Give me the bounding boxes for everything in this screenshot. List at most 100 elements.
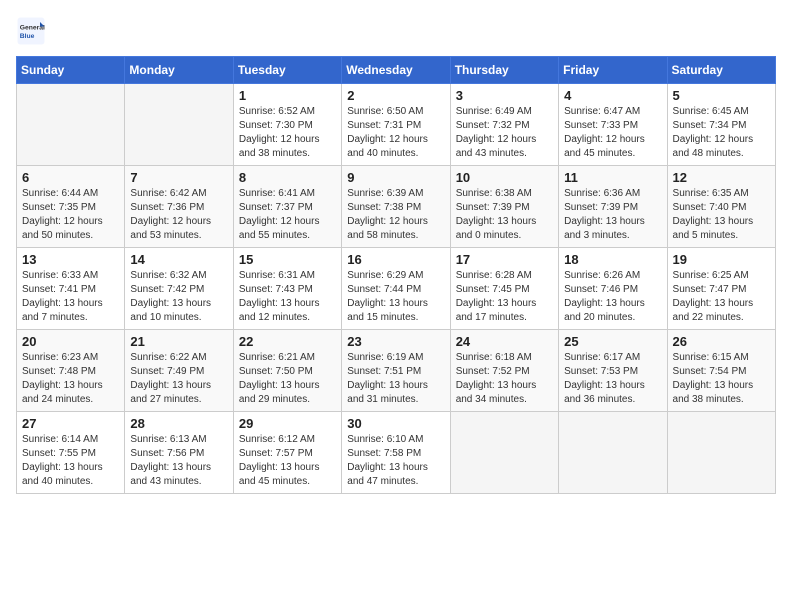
- weekday-tuesday: Tuesday: [233, 57, 341, 84]
- calendar-cell: 2Sunrise: 6:50 AM Sunset: 7:31 PM Daylig…: [342, 84, 450, 166]
- day-detail: Sunrise: 6:18 AM Sunset: 7:52 PM Dayligh…: [456, 351, 553, 407]
- weekday-thursday: Thursday: [450, 57, 558, 84]
- day-detail: Sunrise: 6:45 AM Sunset: 7:34 PM Dayligh…: [673, 105, 770, 161]
- calendar-cell: 23 Sunrise: 6:19 AM Sunset: 7:51 PM Dayli…: [342, 330, 450, 412]
- day-detail: Sunrise: 6:42 AM Sunset: 7:36 PM Dayligh…: [130, 187, 227, 243]
- calendar-cell: 12 Sunrise: 6:35 AM Sunset: 7:40 PM Dayli…: [667, 166, 775, 248]
- calendar-cell: [559, 412, 667, 494]
- day-number: 11: [564, 170, 661, 185]
- day-detail: Sunrise: 6:25 AM Sunset: 7:47 PM Dayligh…: [673, 269, 770, 325]
- day-number: 25: [564, 334, 661, 349]
- calendar-cell: 25 Sunrise: 6:17 AM Sunset: 7:53 PM Dayli…: [559, 330, 667, 412]
- calendar-cell: 26 Sunrise: 6:15 AM Sunset: 7:54 PM Dayli…: [667, 330, 775, 412]
- day-number: 29: [239, 416, 336, 431]
- logo-icon: General Blue: [16, 16, 46, 46]
- calendar-cell: 1 Sunrise: 6:52 AM Sunset: 7:30 PM Daylig…: [233, 84, 341, 166]
- day-detail: Sunrise: 6:19 AM Sunset: 7:51 PM Dayligh…: [347, 351, 444, 407]
- calendar-cell: [450, 412, 558, 494]
- calendar-week-5: 27Sunrise: 6:14 AM Sunset: 7:55 PM Dayli…: [17, 412, 776, 494]
- day-detail: Sunrise: 6:31 AM Sunset: 7:43 PM Dayligh…: [239, 269, 336, 325]
- calendar-cell: 24 Sunrise: 6:18 AM Sunset: 7:52 PM Dayli…: [450, 330, 558, 412]
- day-detail: Sunrise: 6:49 AM Sunset: 7:32 PM Dayligh…: [456, 105, 553, 161]
- calendar-cell: 10 Sunrise: 6:38 AM Sunset: 7:39 PM Dayli…: [450, 166, 558, 248]
- calendar-week-4: 20 Sunrise: 6:23 AM Sunset: 7:48 PM Dayli…: [17, 330, 776, 412]
- calendar-cell: 4 Sunrise: 6:47 AM Sunset: 7:33 PM Daylig…: [559, 84, 667, 166]
- calendar-cell: 20 Sunrise: 6:23 AM Sunset: 7:48 PM Dayli…: [17, 330, 125, 412]
- day-number: 6: [22, 170, 119, 185]
- day-detail: Sunrise: 6:47 AM Sunset: 7:33 PM Dayligh…: [564, 105, 661, 161]
- day-number: 21: [130, 334, 227, 349]
- day-number: 26: [673, 334, 770, 349]
- day-number: 12: [673, 170, 770, 185]
- day-detail: Sunrise: 6:12 AM Sunset: 7:57 PM Dayligh…: [239, 433, 336, 489]
- calendar-body: 1 Sunrise: 6:52 AM Sunset: 7:30 PM Daylig…: [17, 84, 776, 494]
- day-detail: Sunrise: 6:32 AM Sunset: 7:42 PM Dayligh…: [130, 269, 227, 325]
- calendar-cell: 27Sunrise: 6:14 AM Sunset: 7:55 PM Dayli…: [17, 412, 125, 494]
- day-number: 1: [239, 88, 336, 103]
- day-detail: Sunrise: 6:13 AM Sunset: 7:56 PM Dayligh…: [130, 433, 227, 489]
- weekday-header-row: SundayMondayTuesdayWednesdayThursdayFrid…: [17, 57, 776, 84]
- day-detail: Sunrise: 6:50 AM Sunset: 7:31 PM Dayligh…: [347, 105, 444, 161]
- day-detail: Sunrise: 6:39 AM Sunset: 7:38 PM Dayligh…: [347, 187, 444, 243]
- calendar-cell: [17, 84, 125, 166]
- day-detail: Sunrise: 6:15 AM Sunset: 7:54 PM Dayligh…: [673, 351, 770, 407]
- day-detail: Sunrise: 6:29 AM Sunset: 7:44 PM Dayligh…: [347, 269, 444, 325]
- weekday-saturday: Saturday: [667, 57, 775, 84]
- day-detail: Sunrise: 6:10 AM Sunset: 7:58 PM Dayligh…: [347, 433, 444, 489]
- svg-text:Blue: Blue: [20, 33, 35, 40]
- calendar-cell: 17 Sunrise: 6:28 AM Sunset: 7:45 PM Dayli…: [450, 248, 558, 330]
- calendar-cell: 30 Sunrise: 6:10 AM Sunset: 7:58 PM Dayli…: [342, 412, 450, 494]
- calendar-cell: 29 Sunrise: 6:12 AM Sunset: 7:57 PM Dayli…: [233, 412, 341, 494]
- day-detail: Sunrise: 6:35 AM Sunset: 7:40 PM Dayligh…: [673, 187, 770, 243]
- calendar-cell: 21Sunrise: 6:22 AM Sunset: 7:49 PM Dayli…: [125, 330, 233, 412]
- calendar-cell: 28Sunrise: 6:13 AM Sunset: 7:56 PM Dayli…: [125, 412, 233, 494]
- calendar-cell: 11 Sunrise: 6:36 AM Sunset: 7:39 PM Dayli…: [559, 166, 667, 248]
- calendar-cell: 22 Sunrise: 6:21 AM Sunset: 7:50 PM Dayli…: [233, 330, 341, 412]
- day-number: 7: [130, 170, 227, 185]
- day-number: 24: [456, 334, 553, 349]
- day-number: 15: [239, 252, 336, 267]
- calendar-week-2: 6 Sunrise: 6:44 AM Sunset: 7:35 PM Daylig…: [17, 166, 776, 248]
- day-number: 14: [130, 252, 227, 267]
- day-number: 5: [673, 88, 770, 103]
- calendar-cell: [667, 412, 775, 494]
- day-detail: Sunrise: 6:33 AM Sunset: 7:41 PM Dayligh…: [22, 269, 119, 325]
- day-detail: Sunrise: 6:26 AM Sunset: 7:46 PM Dayligh…: [564, 269, 661, 325]
- day-number: 20: [22, 334, 119, 349]
- calendar-cell: 3Sunrise: 6:49 AM Sunset: 7:32 PM Daylig…: [450, 84, 558, 166]
- day-number: 18: [564, 252, 661, 267]
- day-number: 17: [456, 252, 553, 267]
- calendar-cell: 15 Sunrise: 6:31 AM Sunset: 7:43 PM Dayli…: [233, 248, 341, 330]
- calendar-cell: 7 Sunrise: 6:42 AM Sunset: 7:36 PM Daylig…: [125, 166, 233, 248]
- day-number: 23: [347, 334, 444, 349]
- day-number: 22: [239, 334, 336, 349]
- day-number: 10: [456, 170, 553, 185]
- weekday-wednesday: Wednesday: [342, 57, 450, 84]
- day-detail: Sunrise: 6:44 AM Sunset: 7:35 PM Dayligh…: [22, 187, 119, 243]
- day-detail: Sunrise: 6:14 AM Sunset: 7:55 PM Dayligh…: [22, 433, 119, 489]
- calendar-header: SundayMondayTuesdayWednesdayThursdayFrid…: [17, 57, 776, 84]
- calendar-week-3: 13 Sunrise: 6:33 AM Sunset: 7:41 PM Dayli…: [17, 248, 776, 330]
- day-number: 9: [347, 170, 444, 185]
- calendar-table: SundayMondayTuesdayWednesdayThursdayFrid…: [16, 56, 776, 494]
- day-detail: Sunrise: 6:21 AM Sunset: 7:50 PM Dayligh…: [239, 351, 336, 407]
- calendar-cell: 8Sunrise: 6:41 AM Sunset: 7:37 PM Daylig…: [233, 166, 341, 248]
- calendar-cell: 18 Sunrise: 6:26 AM Sunset: 7:46 PM Dayli…: [559, 248, 667, 330]
- day-number: 30: [347, 416, 444, 431]
- day-number: 19: [673, 252, 770, 267]
- day-detail: Sunrise: 6:38 AM Sunset: 7:39 PM Dayligh…: [456, 187, 553, 243]
- day-detail: Sunrise: 6:23 AM Sunset: 7:48 PM Dayligh…: [22, 351, 119, 407]
- day-detail: Sunrise: 6:36 AM Sunset: 7:39 PM Dayligh…: [564, 187, 661, 243]
- calendar-cell: 14 Sunrise: 6:32 AM Sunset: 7:42 PM Dayli…: [125, 248, 233, 330]
- day-detail: Sunrise: 6:41 AM Sunset: 7:37 PM Dayligh…: [239, 187, 336, 243]
- day-detail: Sunrise: 6:28 AM Sunset: 7:45 PM Dayligh…: [456, 269, 553, 325]
- day-number: 16: [347, 252, 444, 267]
- calendar-cell: 19 Sunrise: 6:25 AM Sunset: 7:47 PM Dayli…: [667, 248, 775, 330]
- day-detail: Sunrise: 6:17 AM Sunset: 7:53 PM Dayligh…: [564, 351, 661, 407]
- calendar-cell: [125, 84, 233, 166]
- weekday-monday: Monday: [125, 57, 233, 84]
- day-detail: Sunrise: 6:52 AM Sunset: 7:30 PM Dayligh…: [239, 105, 336, 161]
- day-number: 13: [22, 252, 119, 267]
- weekday-sunday: Sunday: [17, 57, 125, 84]
- day-number: 4: [564, 88, 661, 103]
